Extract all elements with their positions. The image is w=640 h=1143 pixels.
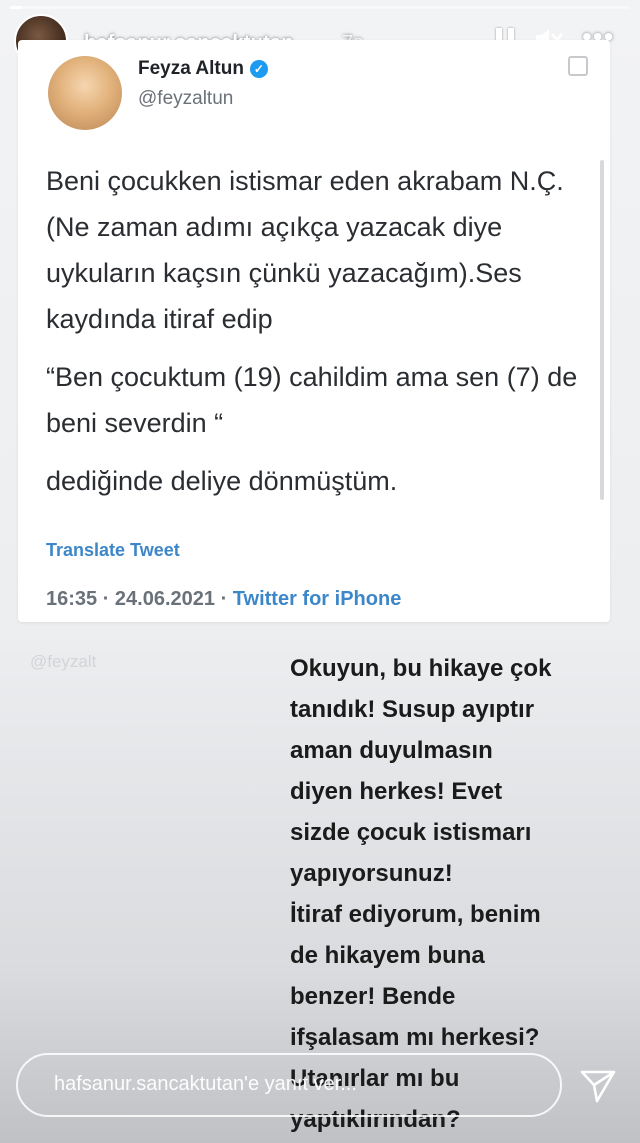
tweet-card: Feyza Altun ✓ @feyzaltun Beni çocukken is… [18, 40, 610, 622]
save-icon [568, 56, 588, 76]
send-icon[interactable] [578, 1066, 618, 1106]
tweet-handle: @feyzaltun [138, 88, 234, 109]
tweet-author-avatar [48, 56, 122, 130]
tweet-source: Twitter for iPhone [232, 588, 402, 610]
tweet-paragraph: Beni çocukken istismar eden akrabam N.Ç.… [46, 166, 564, 334]
story-progress-fill [10, 6, 23, 9]
tweet-paragraph: dediğinde deliye dönmüştüm. [46, 466, 398, 496]
scrollbar [600, 160, 604, 500]
tweet-author-name: Feyza Altun ✓ [138, 58, 268, 80]
story-progress-bar [10, 6, 630, 9]
tweet-text: Beni çocukken istismar eden akrabam N.Ç.… [46, 158, 586, 504]
tweet-timestamp: 16:35 · 24.06.2021 · Twitter for iPhone [46, 588, 402, 610]
tweet-paragraph: “Ben çocuktum (19) cahildim ama sen (7) … [46, 362, 578, 438]
verified-icon: ✓ [249, 59, 268, 78]
watermark: @feyzalt [30, 652, 97, 671]
reply-input[interactable]: hafsanur.sancaktutan'e yanıt ver... [16, 1053, 562, 1117]
translate-tweet-link: Translate Tweet [46, 540, 180, 560]
reply-placeholder: hafsanur.sancaktutan'e yanıt ver... [54, 1073, 357, 1095]
